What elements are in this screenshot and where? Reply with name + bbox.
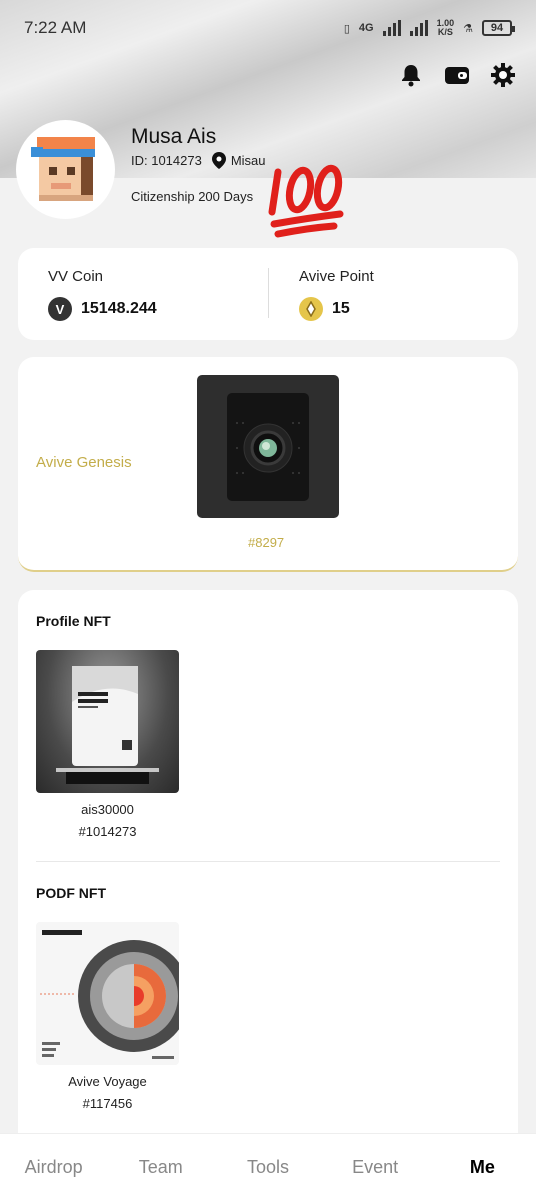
profile-nft-image[interactable] bbox=[36, 650, 179, 793]
profile-nft-id: #1014273 bbox=[78, 824, 137, 839]
avive-point-value-row: 15 bbox=[299, 297, 374, 321]
signal-strength-2-icon bbox=[409, 20, 428, 36]
podf-nft-id: #117456 bbox=[82, 1096, 133, 1111]
bell-icon[interactable] bbox=[398, 62, 424, 88]
vv-coin-value-row: V 15148.244 bbox=[48, 297, 157, 321]
genesis-nft-image[interactable] bbox=[197, 375, 339, 518]
avive-point-section[interactable]: Avive Point 15 bbox=[299, 268, 374, 321]
battery-icon: 94 bbox=[482, 20, 515, 36]
avive-point-coin-icon bbox=[299, 297, 323, 321]
avive-point-value: 15 bbox=[332, 300, 350, 317]
flask-icon: ⚗ bbox=[463, 22, 473, 35]
network-label: 4G bbox=[358, 22, 374, 34]
status-bar: 7:22 AM ▯ 4G 1.00 K/S ⚗ 94 bbox=[0, 0, 536, 56]
vv-coin-icon: V bbox=[48, 297, 72, 321]
nav-airdrop[interactable]: Airdrop bbox=[0, 1157, 107, 1178]
battery-level: 94 bbox=[490, 22, 504, 34]
vv-coin-value: 15148.244 bbox=[81, 300, 157, 317]
balances-divider bbox=[268, 268, 269, 318]
nav-tools[interactable]: Tools bbox=[214, 1157, 321, 1178]
header-actions bbox=[398, 62, 516, 88]
avive-point-label: Avive Point bbox=[299, 268, 374, 285]
podf-nft-name: Avive Voyage bbox=[68, 1074, 147, 1089]
profile-nft-title: Profile NFT bbox=[36, 613, 111, 629]
profile-id: ID: 1014273 bbox=[131, 153, 202, 168]
hundred-points-badge-icon bbox=[268, 160, 346, 242]
nav-event[interactable]: Event bbox=[322, 1157, 429, 1178]
avive-genesis-card[interactable]: Avive Genesis #8297 bbox=[18, 357, 518, 572]
profile-nft-name: ais30000 bbox=[81, 802, 134, 817]
genesis-device-icon bbox=[227, 392, 309, 501]
vibrate-icon: ▯ bbox=[343, 22, 350, 35]
podf-nft-title: PODF NFT bbox=[36, 885, 106, 901]
vv-coin-section[interactable]: VV Coin V 15148.244 bbox=[48, 268, 157, 321]
location-pin-icon bbox=[211, 152, 226, 169]
profile-nft-card-art-icon bbox=[56, 666, 159, 784]
profile-id-row: ID: 1014273 Misau bbox=[131, 152, 266, 169]
speed-unit: K/S bbox=[437, 27, 453, 37]
signal-strength-icon bbox=[382, 20, 401, 36]
nft-section-divider bbox=[36, 861, 500, 862]
profile-name: Musa Ais bbox=[131, 125, 217, 148]
nav-team[interactable]: Team bbox=[107, 1157, 214, 1178]
status-icons: ▯ 4G 1.00 K/S ⚗ 94 bbox=[343, 19, 515, 37]
wallet-icon[interactable] bbox=[444, 62, 470, 88]
location-text: Misau bbox=[230, 153, 266, 168]
balances-card: VV Coin V 15148.244 Avive Point 15 bbox=[18, 248, 518, 340]
bottom-navigation: Airdrop Team Tools Event Me bbox=[0, 1133, 536, 1200]
podf-nft-voyage-art-icon bbox=[40, 930, 179, 1059]
genesis-number: #8297 bbox=[248, 535, 285, 550]
settings-gear-icon[interactable] bbox=[490, 62, 516, 88]
citizenship-days: Citizenship 200 Days bbox=[131, 189, 254, 204]
nav-me[interactable]: Me bbox=[429, 1157, 536, 1178]
nft-collection-card: Profile NFT ais30000 #1014273 PODF NFT A… bbox=[18, 590, 518, 1150]
status-time: 7:22 AM bbox=[24, 18, 87, 37]
profile-location: Misau bbox=[211, 152, 266, 169]
avatar[interactable] bbox=[18, 122, 113, 217]
podf-nft-image[interactable] bbox=[36, 922, 179, 1065]
avatar-pixel-house-icon bbox=[30, 136, 95, 201]
genesis-label: Avive Genesis bbox=[36, 454, 132, 471]
vv-coin-label: VV Coin bbox=[48, 268, 104, 285]
network-speed: 1.00 K/S bbox=[437, 19, 455, 37]
